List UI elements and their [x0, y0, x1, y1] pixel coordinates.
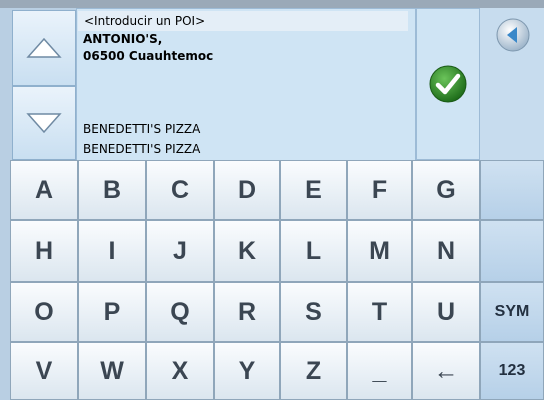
key-q[interactable]: Q: [146, 282, 214, 342]
key-label: R: [237, 297, 257, 326]
back-panel: [480, 8, 544, 162]
result-line-1: ANTONIO'S,: [83, 32, 163, 46]
key-label: S: [305, 297, 322, 326]
key-v[interactable]: V: [10, 342, 78, 400]
key-a[interactable]: A: [10, 160, 78, 220]
key-p[interactable]: P: [78, 282, 146, 342]
key-l[interactable]: L: [280, 220, 347, 282]
key-o[interactable]: O: [10, 282, 78, 342]
top-strip: [0, 0, 544, 8]
key-label: T: [371, 297, 388, 326]
confirm-button[interactable]: [416, 8, 480, 160]
key-label: C: [170, 175, 190, 204]
key-c[interactable]: C: [146, 160, 214, 220]
key-e[interactable]: E: [280, 160, 347, 220]
key-label: K: [237, 236, 257, 265]
key-label: Z: [305, 356, 322, 385]
key-label: J: [173, 236, 187, 265]
key-backspace[interactable]: ←: [412, 342, 480, 400]
key-n[interactable]: N: [412, 220, 480, 282]
key-label: U: [436, 297, 456, 326]
result-line-2: BENEDETTI'S PIZZA: [83, 142, 201, 156]
key-label: X: [171, 356, 189, 385]
key-label: D: [237, 175, 257, 204]
key-label: P: [103, 297, 121, 326]
key-label: N: [436, 236, 456, 265]
key-label: H: [34, 236, 54, 265]
key-label: A: [34, 175, 54, 204]
key-m[interactable]: M: [347, 220, 412, 282]
key-z[interactable]: Z: [280, 342, 347, 400]
key-label: SYM: [494, 303, 530, 320]
key-g[interactable]: G: [412, 160, 480, 220]
scroll-down-button[interactable]: [12, 86, 76, 160]
key-label: B: [102, 175, 122, 204]
key-i[interactable]: I: [78, 220, 146, 282]
poi-results-panel: <Introducir un POI> ANTONIO'S, 06500 Cua…: [76, 8, 416, 162]
result-line-2: 06500 Cuauhtemoc: [83, 49, 214, 63]
check-icon: [429, 65, 467, 103]
result-item-next[interactable]: BENEDETTI'S PIZZA BENEDETTI'S PIZZA: [83, 119, 200, 159]
result-line-1: BENEDETTI'S PIZZA: [83, 122, 201, 136]
key-f[interactable]: F: [347, 160, 412, 220]
side-key-blank[interactable]: [480, 220, 544, 282]
key-k[interactable]: K: [214, 220, 280, 282]
key-t[interactable]: T: [347, 282, 412, 342]
result-item-highlighted[interactable]: ANTONIO'S, 06500 Cuauhtemoc: [83, 31, 213, 65]
side-key-blank[interactable]: [480, 160, 544, 220]
poi-input-text: <Introducir un POI>: [84, 14, 206, 28]
key-x[interactable]: X: [146, 342, 214, 400]
up-arrow-icon: [26, 37, 62, 58]
key-label: W: [100, 356, 124, 385]
key-label: O: [34, 297, 54, 326]
key-label: Q: [170, 297, 190, 326]
key-y[interactable]: Y: [214, 342, 280, 400]
key-underscore[interactable]: _: [347, 342, 412, 400]
key-s[interactable]: S: [280, 282, 347, 342]
key-j[interactable]: J: [146, 220, 214, 282]
key-label: ←: [433, 356, 459, 385]
key-w[interactable]: W: [78, 342, 146, 400]
key-u[interactable]: U: [412, 282, 480, 342]
key-label: Y: [238, 356, 256, 385]
key-h[interactable]: H: [10, 220, 78, 282]
scroll-up-button[interactable]: [12, 10, 76, 86]
down-arrow-icon: [26, 113, 62, 134]
key-label: I: [108, 236, 116, 265]
key-label: M: [369, 236, 390, 265]
key-label: E: [305, 175, 322, 204]
symbols-key[interactable]: SYM: [480, 282, 544, 342]
key-d[interactable]: D: [214, 160, 280, 220]
back-arrow-icon[interactable]: [496, 18, 530, 52]
key-label: L: [305, 236, 322, 265]
key-label: 123: [498, 362, 526, 379]
key-b[interactable]: B: [78, 160, 146, 220]
key-label: _: [372, 356, 387, 385]
key-r[interactable]: R: [214, 282, 280, 342]
key-label: V: [35, 356, 53, 385]
key-label: G: [436, 175, 456, 204]
poi-search-input[interactable]: <Introducir un POI>: [78, 11, 408, 31]
key-label: F: [371, 175, 388, 204]
numbers-key[interactable]: 123: [480, 342, 544, 400]
